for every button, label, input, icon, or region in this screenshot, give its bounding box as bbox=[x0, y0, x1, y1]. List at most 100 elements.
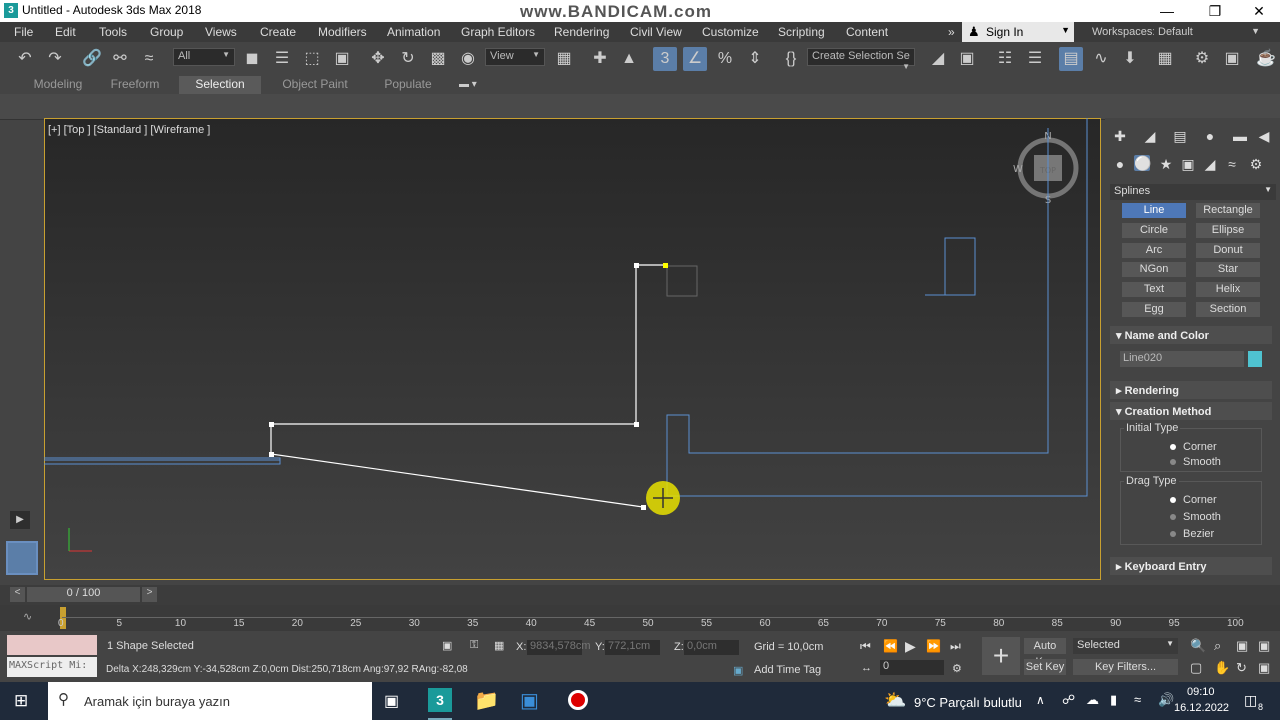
show-hidden-icons-icon[interactable]: ∧ bbox=[1036, 693, 1045, 707]
utilities-tab-icon[interactable]: ◀ bbox=[1256, 128, 1272, 144]
play-icon[interactable]: ▶ bbox=[905, 638, 916, 655]
close-icon[interactable]: ✕ bbox=[1236, 0, 1280, 22]
rendering-rollout[interactable]: ▸ Rendering bbox=[1110, 381, 1272, 399]
object-name-input[interactable]: Line020 bbox=[1120, 351, 1244, 367]
undo-icon[interactable]: ↶ bbox=[13, 47, 37, 71]
isolate-selection-icon[interactable]: ▣ bbox=[442, 639, 452, 652]
auto-key-button[interactable]: Auto Key bbox=[1024, 638, 1066, 668]
render-setup-icon[interactable]: ⚙ bbox=[1190, 47, 1214, 71]
create-tab-icon[interactable]: ✚ bbox=[1112, 128, 1128, 144]
initial-corner-radio[interactable]: Corner bbox=[1170, 441, 1217, 453]
prev-key-icon[interactable]: ⏪ bbox=[883, 639, 898, 653]
key-filters-button[interactable]: Key Filters... bbox=[1073, 659, 1178, 675]
ribbon-options-icon[interactable]: ▬ ▾ bbox=[459, 79, 477, 90]
current-frame-input[interactable]: 0 bbox=[880, 660, 944, 675]
move-icon[interactable]: ✥ bbox=[366, 47, 390, 71]
rectangular-selection-icon[interactable]: ⬚ bbox=[300, 47, 324, 71]
rotate-icon[interactable]: ↻ bbox=[396, 47, 420, 71]
systems-icon[interactable]: ⚙ bbox=[1248, 156, 1264, 172]
spline-vertex[interactable] bbox=[634, 422, 639, 427]
tab-object-paint[interactable]: Object Paint bbox=[270, 76, 360, 94]
menu-rendering[interactable]: Rendering bbox=[554, 25, 609, 39]
spline-vertex[interactable] bbox=[641, 505, 646, 510]
photos-icon[interactable]: ▣ bbox=[520, 688, 539, 713]
menu-customize[interactable]: Customize bbox=[702, 25, 759, 39]
cameras-icon[interactable]: ▣ bbox=[1180, 156, 1196, 172]
egg-button[interactable]: Egg bbox=[1122, 302, 1186, 317]
time-tag-icon[interactable]: ▣ bbox=[733, 664, 743, 677]
menu-content[interactable]: Content bbox=[846, 25, 888, 39]
link-icon[interactable]: 🔗 bbox=[80, 47, 104, 71]
drag-corner-radio[interactable]: Corner bbox=[1170, 494, 1217, 506]
angle-snap-icon[interactable]: ∠ bbox=[683, 47, 707, 71]
geometry-icon[interactable]: ● bbox=[1112, 156, 1128, 172]
onedrive-icon[interactable]: ☁ bbox=[1086, 692, 1099, 708]
tab-freeform[interactable]: Freeform bbox=[100, 76, 170, 94]
menu-modifiers[interactable]: Modifiers bbox=[318, 25, 367, 39]
align-icon[interactable]: ▣ bbox=[955, 47, 979, 71]
3dsmax-taskbar-icon[interactable]: 3 bbox=[428, 688, 452, 712]
y-coord-input[interactable]: 772,1cm bbox=[605, 640, 660, 655]
menu-tools[interactable]: Tools bbox=[99, 25, 127, 39]
viewport-canvas[interactable]: TOP N W S bbox=[44, 118, 1101, 580]
orbit-icon[interactable]: ↻ bbox=[1236, 660, 1247, 676]
keyboard-shortcut-override-icon[interactable]: ▲ bbox=[617, 47, 641, 71]
next-frame-icon[interactable]: > bbox=[142, 587, 157, 602]
name-color-rollout[interactable]: ▾ Name and Color bbox=[1110, 326, 1272, 344]
play-sidebar-icon[interactable]: ▶ bbox=[10, 511, 30, 529]
ngon-button[interactable]: NGon bbox=[1122, 262, 1186, 277]
spline-vertex[interactable] bbox=[269, 422, 274, 427]
menu-animation[interactable]: Animation bbox=[387, 25, 440, 39]
clock-time[interactable]: 09:10 bbox=[1187, 686, 1215, 698]
sign-in-button[interactable]: ♟ Sign In ▼ bbox=[962, 22, 1074, 42]
menu-create[interactable]: Create bbox=[260, 25, 296, 39]
window-crossing-icon[interactable]: ▣ bbox=[330, 47, 354, 71]
snaps-toggle-icon[interactable]: 3 bbox=[653, 47, 677, 71]
selection-filter-dropdown[interactable]: All ▼ bbox=[173, 48, 235, 66]
menu-edit[interactable]: Edit bbox=[55, 25, 76, 39]
tab-modeling[interactable]: Modeling bbox=[22, 76, 94, 94]
menu-scripting[interactable]: Scripting bbox=[778, 25, 825, 39]
network-icon[interactable]: ≈ bbox=[1134, 692, 1141, 707]
windows-start-icon[interactable]: ⊞ bbox=[14, 691, 28, 711]
arc-button[interactable]: Arc bbox=[1122, 243, 1186, 258]
key-mode-icon[interactable]: ↔ bbox=[861, 662, 872, 674]
reference-coordinate-dropdown[interactable]: View ▼ bbox=[485, 48, 545, 66]
spline-first-vertex[interactable] bbox=[663, 263, 668, 268]
track-bar[interactable]: ∿ bbox=[0, 605, 1280, 631]
category-dropdown[interactable]: Splines ▼ bbox=[1110, 184, 1276, 200]
goto-end-icon[interactable]: ⏭ bbox=[950, 639, 961, 654]
x-coord-input[interactable]: 9834,578cm bbox=[527, 640, 591, 655]
donut-button[interactable]: Donut bbox=[1196, 243, 1260, 258]
z-coord-input[interactable]: 0,0cm bbox=[684, 640, 739, 655]
object-color-swatch[interactable] bbox=[1248, 351, 1262, 367]
drag-smooth-radio[interactable]: Smooth bbox=[1170, 511, 1221, 523]
helpers-icon[interactable]: ◢ bbox=[1202, 156, 1218, 172]
keyboard-entry-rollout[interactable]: ▸ Keyboard Entry bbox=[1110, 557, 1272, 575]
vpn-icon[interactable]: ☍ bbox=[1062, 692, 1075, 708]
weather-icon[interactable]: ⛅ bbox=[884, 690, 906, 711]
add-time-tag[interactable]: Add Time Tag bbox=[754, 664, 821, 676]
curve-editor-icon[interactable]: ∿ bbox=[1089, 47, 1113, 71]
menu-civil-view[interactable]: Civil View bbox=[630, 25, 682, 39]
pivot-center-icon[interactable]: ▦ bbox=[552, 47, 576, 71]
shapes-icon[interactable]: ⚪ bbox=[1134, 155, 1151, 171]
zoom-extents-all-icon[interactable]: ▣ bbox=[1258, 638, 1270, 654]
placement-icon[interactable]: ◉ bbox=[456, 47, 480, 71]
battery-icon[interactable]: ▮ bbox=[1110, 692, 1117, 708]
bandicam-record-icon[interactable] bbox=[568, 690, 588, 710]
more-menu-icon[interactable]: » bbox=[948, 25, 955, 39]
toggle-ribbon-icon[interactable]: ▤ bbox=[1059, 47, 1083, 71]
time-slider[interactable]: 0 / 100 bbox=[27, 587, 140, 602]
menu-graph-editors[interactable]: Graph Editors bbox=[461, 25, 535, 39]
set-key-button[interactable]: Set Key bbox=[1024, 659, 1066, 675]
goto-start-icon[interactable]: ⏮ bbox=[860, 639, 871, 654]
taskbar-search-box[interactable]: ⚲ Aramak için buraya yazın bbox=[48, 682, 372, 720]
scale-icon[interactable]: ▩ bbox=[426, 47, 450, 71]
initial-smooth-radio[interactable]: Smooth bbox=[1170, 456, 1221, 468]
select-manipulate-icon[interactable]: ✚ bbox=[588, 47, 612, 71]
select-by-name-icon[interactable]: ☰ bbox=[270, 47, 294, 71]
task-view-icon[interactable]: ▣ bbox=[384, 691, 399, 711]
prev-frame-icon[interactable]: < bbox=[10, 587, 25, 602]
lock-selection-icon[interactable]: ⚿ bbox=[470, 639, 478, 652]
